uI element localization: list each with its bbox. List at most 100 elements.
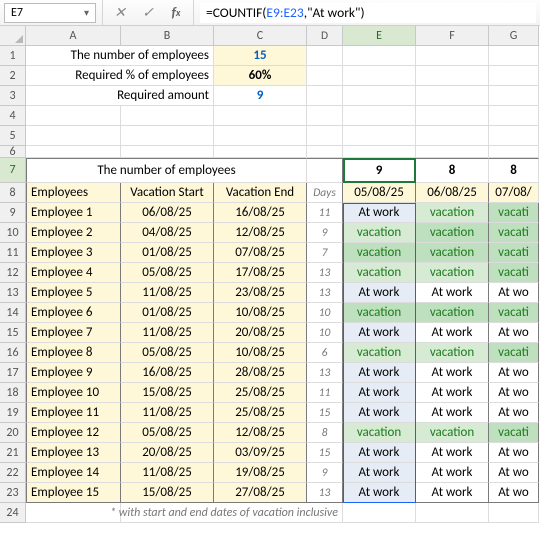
cell[interactable] xyxy=(307,66,343,86)
row-header-5[interactable]: 5 xyxy=(0,126,26,146)
fx-icon[interactable]: fx xyxy=(165,3,187,23)
status-cell[interactable]: At work xyxy=(416,403,489,423)
row-header-6[interactable]: 6 xyxy=(0,146,26,158)
days[interactable]: 13 xyxy=(307,263,343,283)
cell[interactable] xyxy=(26,106,121,126)
days[interactable]: 13 xyxy=(307,483,343,503)
vac-start[interactable]: 11/08/25 xyxy=(121,463,214,483)
status-cell[interactable]: vacation xyxy=(416,423,489,443)
row-header-16[interactable]: 16 xyxy=(0,343,26,363)
row-header-24[interactable]: 24 xyxy=(0,503,26,523)
days[interactable]: 9 xyxy=(307,223,343,243)
emp-name[interactable]: Employee 6 xyxy=(26,303,121,323)
status-cell[interactable]: vacation xyxy=(343,303,416,323)
row-header-7[interactable]: 7 xyxy=(0,158,26,183)
col-header-C[interactable]: C xyxy=(214,26,307,46)
vac-start[interactable]: 11/08/25 xyxy=(121,323,214,343)
status-cell[interactable]: vacation xyxy=(416,263,489,283)
status-cell[interactable]: At work xyxy=(416,363,489,383)
vac-start[interactable]: 01/08/25 xyxy=(121,303,214,323)
vac-end[interactable]: 12/08/25 xyxy=(214,223,307,243)
vac-start[interactable]: 11/08/25 xyxy=(121,403,214,423)
label-req-pct[interactable]: Required % of employees xyxy=(26,66,214,86)
date-g[interactable]: 07/08/ xyxy=(489,183,539,203)
value-req-pct[interactable]: 60% xyxy=(214,66,307,86)
status-cell[interactable]: vacation xyxy=(416,223,489,243)
status-cell[interactable]: At work xyxy=(343,483,416,503)
cell[interactable] xyxy=(489,146,539,158)
cell[interactable] xyxy=(26,126,121,146)
status-cell[interactable]: At wo xyxy=(489,483,539,503)
label-req-amt[interactable]: Required amount xyxy=(26,86,214,106)
emp-name[interactable]: Employee 11 xyxy=(26,403,121,423)
status-cell[interactable]: At work xyxy=(343,283,416,303)
emp-name[interactable]: Employee 5 xyxy=(26,283,121,303)
emp-name[interactable]: Employee 1 xyxy=(26,203,121,223)
date-e[interactable]: 05/08/25 xyxy=(343,183,416,203)
cell[interactable] xyxy=(489,126,539,146)
cell[interactable] xyxy=(307,158,343,183)
status-cell[interactable]: At wo xyxy=(489,463,539,483)
label-num-employees[interactable]: The number of employees xyxy=(26,46,214,66)
hdr-employees[interactable]: Employees xyxy=(26,183,121,203)
vac-end[interactable]: 19/08/25 xyxy=(214,463,307,483)
cell[interactable] xyxy=(416,126,489,146)
row-header-19[interactable]: 19 xyxy=(0,403,26,423)
cell[interactable] xyxy=(307,106,343,126)
vac-end[interactable]: 23/08/25 xyxy=(214,283,307,303)
emp-name[interactable]: Employee 12 xyxy=(26,423,121,443)
cell[interactable] xyxy=(416,46,489,66)
days[interactable]: 11 xyxy=(307,383,343,403)
days[interactable]: 13 xyxy=(307,283,343,303)
vac-end[interactable]: 12/08/25 xyxy=(214,423,307,443)
hdr-vac-end[interactable]: Vacation End xyxy=(214,183,307,203)
vac-start[interactable]: 04/08/25 xyxy=(121,223,214,243)
row-header-22[interactable]: 22 xyxy=(0,463,26,483)
vac-start[interactable]: 16/08/25 xyxy=(121,363,214,383)
vac-start[interactable]: 15/08/25 xyxy=(121,483,214,503)
cell[interactable] xyxy=(416,146,489,158)
row-header-8[interactable]: 8 xyxy=(0,183,26,203)
cell[interactable] xyxy=(26,503,121,523)
cell[interactable] xyxy=(26,146,121,158)
cell[interactable] xyxy=(121,146,214,158)
col-header-G[interactable]: G xyxy=(489,26,539,46)
status-cell[interactable]: vacation xyxy=(343,243,416,263)
days[interactable]: 11 xyxy=(307,203,343,223)
hdr-vac-start[interactable]: Vacation Start xyxy=(121,183,214,203)
emp-name[interactable]: Employee 4 xyxy=(26,263,121,283)
status-cell[interactable]: vacation xyxy=(416,243,489,263)
row-header-3[interactable]: 3 xyxy=(0,86,26,106)
vac-end[interactable]: 16/08/25 xyxy=(214,203,307,223)
row-header-21[interactable]: 21 xyxy=(0,443,26,463)
days[interactable]: 10 xyxy=(307,323,343,343)
status-cell[interactable]: vacati xyxy=(489,203,539,223)
status-cell[interactable]: At wo xyxy=(489,443,539,463)
status-cell[interactable]: At wo xyxy=(489,383,539,403)
status-cell[interactable]: At work xyxy=(343,323,416,343)
count-g[interactable]: 8 xyxy=(489,158,539,183)
status-cell[interactable]: At work xyxy=(343,403,416,423)
row-header-11[interactable]: 11 xyxy=(0,243,26,263)
name-box[interactable]: E7 ▾ xyxy=(4,3,96,23)
status-cell[interactable]: At work xyxy=(343,203,416,223)
cell[interactable] xyxy=(343,46,416,66)
vac-end[interactable]: 27/08/25 xyxy=(214,483,307,503)
cell[interactable] xyxy=(416,106,489,126)
vac-start[interactable]: 06/08/25 xyxy=(121,203,214,223)
col-header-D[interactable]: D xyxy=(307,26,343,46)
emp-name[interactable]: Employee 7 xyxy=(26,323,121,343)
vac-end[interactable]: 20/08/25 xyxy=(214,323,307,343)
status-cell[interactable]: vacation xyxy=(343,423,416,443)
cell[interactable] xyxy=(343,126,416,146)
row-header-1[interactable]: 1 xyxy=(0,46,26,66)
vac-end[interactable]: 03/09/25 xyxy=(214,443,307,463)
section-title[interactable]: The number of employees xyxy=(26,158,307,183)
emp-name[interactable]: Employee 15 xyxy=(26,483,121,503)
row-header-10[interactable]: 10 xyxy=(0,223,26,243)
vac-start[interactable]: 05/08/25 xyxy=(121,343,214,363)
status-cell[interactable]: At work xyxy=(416,483,489,503)
vac-end[interactable]: 10/08/25 xyxy=(214,303,307,323)
days[interactable]: 15 xyxy=(307,403,343,423)
emp-name[interactable]: Employee 13 xyxy=(26,443,121,463)
